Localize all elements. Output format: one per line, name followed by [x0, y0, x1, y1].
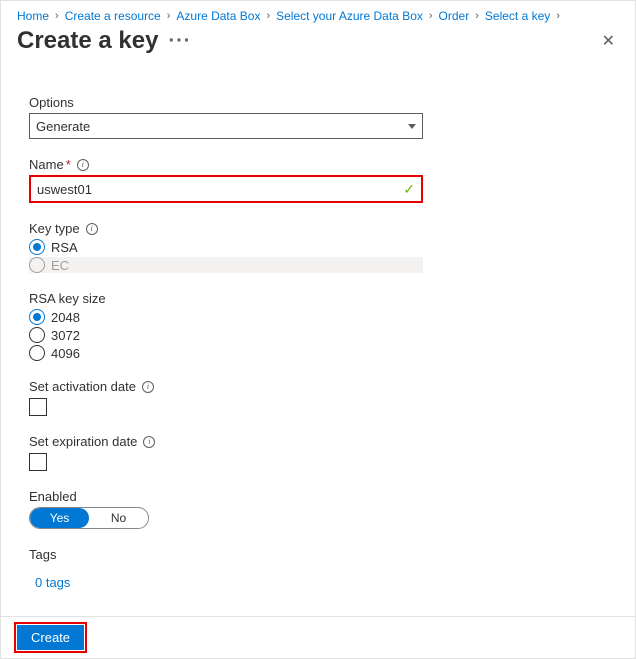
info-icon[interactable]: i: [143, 436, 155, 448]
name-input[interactable]: uswest01 ✓: [29, 175, 423, 203]
breadcrumb-order[interactable]: Order: [439, 9, 470, 23]
required-asterisk: *: [66, 157, 71, 172]
activation-checkbox[interactable]: [29, 398, 47, 416]
chevron-right-icon: ›: [167, 10, 171, 22]
breadcrumb-home[interactable]: Home: [17, 9, 49, 23]
name-value: uswest01: [37, 182, 92, 197]
keysize-2048-radio[interactable]: [29, 309, 45, 325]
enabled-toggle[interactable]: Yes No: [29, 507, 149, 529]
chevron-right-icon: ›: [55, 10, 59, 22]
more-icon[interactable]: ···: [168, 30, 191, 53]
enabled-label: Enabled: [29, 489, 77, 504]
keytype-rsa-label: RSA: [51, 240, 78, 255]
footer: Create: [1, 616, 635, 658]
page-title: Create a key: [17, 27, 158, 55]
chevron-down-icon: [408, 124, 416, 129]
keysize-4096-label: 4096: [51, 346, 80, 361]
info-icon[interactable]: i: [86, 223, 98, 235]
keytype-label: Key type: [29, 221, 80, 236]
info-icon[interactable]: i: [142, 381, 154, 393]
keysize-2048-label: 2048: [51, 310, 80, 325]
breadcrumb: Home › Create a resource › Azure Data Bo…: [1, 1, 635, 25]
chevron-right-icon: ›: [556, 10, 560, 22]
chevron-right-icon: ›: [266, 10, 270, 22]
expiration-label: Set expiration date: [29, 434, 137, 449]
expiration-checkbox[interactable]: [29, 453, 47, 471]
breadcrumb-select-key[interactable]: Select a key: [485, 9, 550, 23]
keysize-4096-radio[interactable]: [29, 345, 45, 361]
keytype-rsa-radio[interactable]: [29, 239, 45, 255]
keytype-ec-radio: [29, 257, 45, 273]
activation-label: Set activation date: [29, 379, 136, 394]
breadcrumb-select-data-box[interactable]: Select your Azure Data Box: [276, 9, 423, 23]
chevron-right-icon: ›: [475, 10, 479, 22]
create-button[interactable]: Create: [17, 625, 84, 650]
tags-label: Tags: [29, 547, 56, 562]
name-label: Name: [29, 157, 64, 172]
options-label: Options: [29, 95, 74, 110]
keysize-3072-radio[interactable]: [29, 327, 45, 343]
form-body: Options Generate Name * i uswest01 ✓ Key…: [1, 65, 451, 590]
options-value: Generate: [36, 119, 90, 134]
keysize-label: RSA key size: [29, 291, 106, 306]
info-icon[interactable]: i: [77, 159, 89, 171]
keytype-ec-label: EC: [51, 258, 69, 273]
close-button[interactable]: ✕: [598, 27, 619, 55]
enabled-yes: Yes: [30, 508, 89, 528]
options-select[interactable]: Generate: [29, 113, 423, 139]
tags-link[interactable]: 0 tags: [35, 575, 70, 590]
breadcrumb-azure-data-box[interactable]: Azure Data Box: [176, 9, 260, 23]
check-icon: ✓: [403, 181, 415, 198]
chevron-right-icon: ›: [429, 10, 433, 22]
keysize-3072-label: 3072: [51, 328, 80, 343]
enabled-no: No: [89, 508, 148, 528]
breadcrumb-create-resource[interactable]: Create a resource: [65, 9, 161, 23]
